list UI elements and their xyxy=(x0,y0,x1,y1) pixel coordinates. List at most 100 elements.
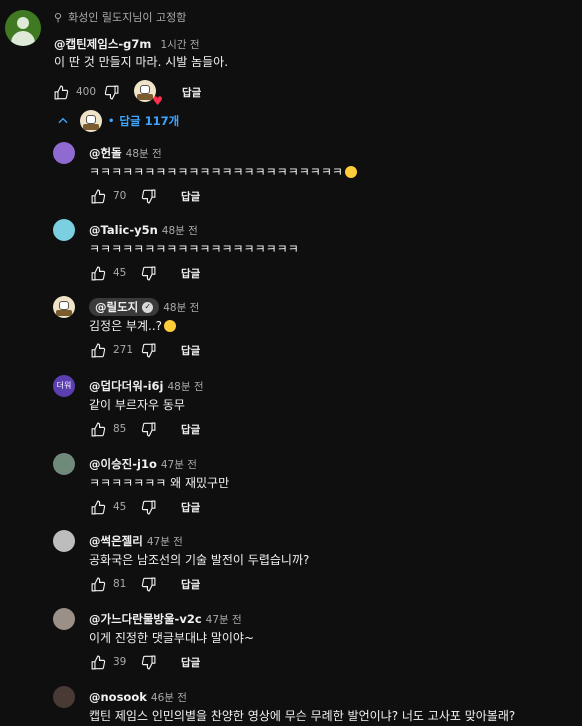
reply-author[interactable]: @이승진-j1o xyxy=(89,457,157,471)
reply-text-row: 같이 부르자우 동무 xyxy=(89,396,185,413)
main-comment-actions: 400 ♥ 답글 xyxy=(52,80,201,108)
reply-text: 같이 부르자우 동무 xyxy=(89,398,185,412)
reply-time[interactable]: 48분 전 xyxy=(126,148,162,160)
thumbs-down-icon[interactable] xyxy=(139,341,157,359)
reply-button[interactable]: 답글 xyxy=(181,266,200,281)
reply-time[interactable]: 48분 전 xyxy=(167,381,203,393)
reply-actions: 45 답글 xyxy=(89,264,200,282)
thumbs-up-icon[interactable] xyxy=(52,83,70,101)
heart-icon: ♥ xyxy=(152,94,163,108)
like-count: 45 xyxy=(113,501,127,513)
reply-button[interactable]: 답글 xyxy=(181,189,200,204)
thumbs-down-icon[interactable] xyxy=(139,187,157,205)
thumbs-down-icon[interactable] xyxy=(139,420,157,438)
thumbs-down-icon[interactable] xyxy=(139,264,157,282)
creator-heart[interactable]: ♥ xyxy=(134,80,163,108)
reply-button[interactable]: 답글 xyxy=(182,85,201,100)
reply-avatar[interactable] xyxy=(53,530,75,552)
thumbs-up-icon[interactable] xyxy=(89,341,107,359)
reply-header: @덥다더워-i6j 48분 전 xyxy=(89,375,204,394)
reply-text: 캡틴 제임스 인민의별을 찬양한 영상에 무슨 무례한 발언이냐? 너도 고사포… xyxy=(89,709,516,723)
reply-actions: 271 답글 xyxy=(89,341,200,359)
reply-time[interactable]: 47분 전 xyxy=(161,459,197,471)
main-comment-header: @캡틴제임스-g7m 1시간 전 xyxy=(54,33,199,52)
thumbs-up-icon[interactable] xyxy=(89,653,107,671)
reply-actions: 85 답글 xyxy=(89,420,200,438)
pin-icon: ⚲ xyxy=(54,10,63,24)
reply-header: @Talic-y5n 48분 전 xyxy=(89,219,198,238)
reply-avatar[interactable] xyxy=(53,296,75,318)
main-comment-time[interactable]: 1시간 전 xyxy=(160,39,199,51)
reply-button[interactable]: 답글 xyxy=(181,500,200,515)
reply-author[interactable]: @가느다란물방울-v2c xyxy=(89,612,202,626)
emoji-icon xyxy=(344,166,357,178)
reply-text-row: 캡틴 제임스 인민의별을 찬양한 영상에 무슨 무례한 발언이냐? 너도 고사포… xyxy=(89,707,515,724)
reply-header: @가느다란물방울-v2c 47분 전 xyxy=(89,608,242,627)
reply-time[interactable]: 48분 전 xyxy=(163,302,199,314)
reply-time[interactable]: 48분 전 xyxy=(162,225,198,237)
avatar-text: 더워 xyxy=(56,381,72,390)
reply-author[interactable]: @nosook xyxy=(89,690,147,704)
reply-header: @헌돌 48분 전 xyxy=(89,142,162,161)
emoji-icon xyxy=(164,320,177,332)
reply-avatar[interactable] xyxy=(53,686,75,708)
reply-time[interactable]: 47분 전 xyxy=(206,614,242,626)
reply-author[interactable]: @Talic-y5n xyxy=(89,223,158,237)
thumbs-down-icon[interactable] xyxy=(139,575,157,593)
like-count: 81 xyxy=(113,578,127,590)
reply-time[interactable]: 47분 전 xyxy=(147,536,183,548)
thumbs-down-icon[interactable] xyxy=(139,653,157,671)
reply-text-row: ㅋㅋㅋㅋㅋㅋㅋㅋㅋㅋㅋㅋㅋㅋㅋㅋㅋㅋㅋ xyxy=(89,240,299,257)
creator-badge[interactable]: @릴도지 ✓ xyxy=(89,298,160,316)
thumbs-down-icon[interactable] xyxy=(102,83,120,101)
reply-text-row: ㅋㅋㅋㅋㅋㅋㅋㅋㅋㅋㅋㅋㅋㅋㅋㅋㅋㅋㅋㅋㅋㅋㅋ xyxy=(89,163,357,180)
reply-author: @릴도지 xyxy=(95,300,139,314)
reply-text: 이게 진정한 댓글부대냐 말이야~ xyxy=(89,631,255,645)
thumbs-up-icon[interactable] xyxy=(89,264,107,282)
reply-author[interactable]: @헌돌 xyxy=(89,146,122,160)
reply-author[interactable]: @썩은젤리 xyxy=(89,534,143,548)
reply-header: @nosook 46분 전 xyxy=(89,686,187,705)
check-icon: ✓ xyxy=(142,301,154,313)
pinned-text: 화성인 릴도지님이 고정함 xyxy=(68,11,187,24)
reply-actions: 45 답글 xyxy=(89,498,200,516)
reply-button[interactable]: 답글 xyxy=(181,422,200,437)
creator-avatar xyxy=(80,110,102,132)
reply-text: ㅋㅋㅋㅋㅋㅋㅋ 왜 재밌구만 xyxy=(89,476,230,490)
reply-actions: 81 답글 xyxy=(89,575,200,593)
reply-avatar[interactable] xyxy=(53,608,75,630)
separator-dot: • xyxy=(108,115,115,127)
reply-avatar[interactable] xyxy=(53,142,75,164)
like-count: 39 xyxy=(113,656,127,668)
thumbs-up-icon[interactable] xyxy=(89,575,107,593)
reply-text-row: 공화국은 남조선의 기술 발전이 두렵습니까? xyxy=(89,551,309,568)
reply-button[interactable]: 답글 xyxy=(181,343,200,358)
reply-author[interactable]: @덥다더워-i6j xyxy=(89,379,163,393)
thumbs-down-icon[interactable] xyxy=(139,498,157,516)
reply-time[interactable]: 46분 전 xyxy=(151,692,187,704)
like-count: 271 xyxy=(113,344,134,356)
chevron-up-icon xyxy=(58,117,68,124)
reply-avatar[interactable] xyxy=(53,219,75,241)
reply-text-row: 김정은 부계..? xyxy=(89,317,177,334)
main-commenter-avatar[interactable] xyxy=(5,10,41,46)
reply-button[interactable]: 답글 xyxy=(181,577,200,592)
thumbs-up-icon[interactable] xyxy=(89,420,107,438)
replies-toggle-button[interactable]: • 답글 117개 xyxy=(56,110,179,132)
reply-actions: 39 답글 xyxy=(89,653,200,671)
reply-button[interactable]: 답글 xyxy=(181,655,200,670)
reply-avatar[interactable]: 더워 xyxy=(53,375,75,397)
reply-text: 공화국은 남조선의 기술 발전이 두렵습니까? xyxy=(89,553,310,567)
reply-header: @썩은젤리 47분 전 xyxy=(89,530,183,549)
main-comment-text: 이 딴 것 만들지 마라. 시발 놈들아. xyxy=(54,55,229,69)
thumbs-up-icon[interactable] xyxy=(89,498,107,516)
reply-text: ㅋㅋㅋㅋㅋㅋㅋㅋㅋㅋㅋㅋㅋㅋㅋㅋㅋㅋㅋㅋㅋㅋㅋ xyxy=(89,165,343,179)
replies-count-label: 답글 117개 xyxy=(119,114,180,128)
like-count: 85 xyxy=(113,423,127,435)
like-count: 70 xyxy=(113,190,127,202)
reply-text-row: 이게 진정한 댓글부대냐 말이야~ xyxy=(89,629,254,646)
main-comment-author[interactable]: @캡틴제임스-g7m xyxy=(54,37,151,51)
thumbs-up-icon[interactable] xyxy=(89,187,107,205)
reply-avatar[interactable] xyxy=(53,453,75,475)
reply-header: @릴도지 ✓ 48분 전 xyxy=(89,296,199,316)
